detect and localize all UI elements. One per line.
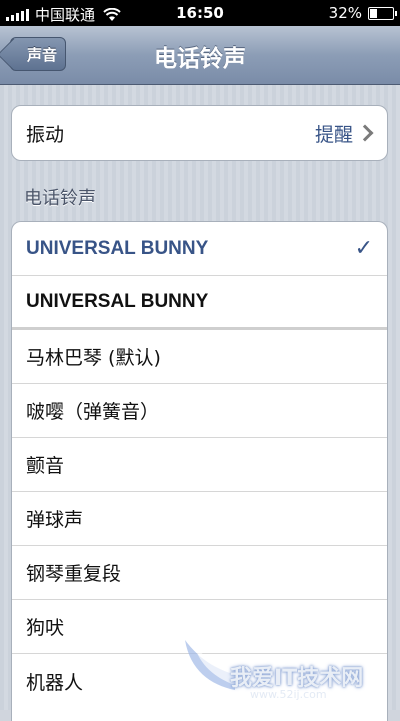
ringtone-item[interactable]: 弹球声	[12, 492, 387, 546]
ringtone-label: UNIVERSAL BUNNY	[26, 237, 209, 259]
battery-percent: 32%	[328, 4, 362, 22]
ringtone-item[interactable]: UNIVERSAL BUNNY	[12, 276, 387, 330]
vibration-label: 振动	[26, 123, 65, 146]
ringtone-item[interactable]: UNIVERSAL BUNNY ✓	[12, 222, 387, 276]
watermark-logo: 我爱IT技术网 www.52ij.com	[180, 630, 395, 708]
ringtone-item[interactable]: 马林巴琴 (默认)	[12, 330, 387, 384]
ringtone-label: 马林巴琴 (默认)	[26, 347, 161, 369]
navigation-bar: 声音 电话铃声	[0, 26, 400, 85]
checkmark-icon: ✓	[354, 236, 373, 261]
ringtone-label: 啵嘤（弹簧音）	[26, 401, 160, 423]
battery-fill	[370, 8, 377, 18]
section-header-ringtones: 电话铃声	[24, 188, 96, 209]
ringtone-label: 狗吠	[26, 617, 65, 639]
ringtone-label: UNIVERSAL BUNNY	[26, 290, 209, 312]
battery-icon	[368, 6, 397, 20]
ringtone-label: 钢琴重复段	[26, 563, 122, 585]
ringtone-item[interactable]: 啵嘤（弹簧音）	[12, 384, 387, 438]
status-bar: 中国联通 16:50 32%	[0, 0, 400, 26]
vibration-row[interactable]: 振动 提醒	[12, 106, 387, 160]
page-title: 电话铃声	[154, 46, 246, 72]
vibration-group: 振动 提醒	[11, 105, 388, 161]
ringtone-item[interactable]: 钢琴重复段	[12, 546, 387, 600]
ringtone-label: 机器人	[26, 671, 84, 694]
chevron-right-icon	[356, 124, 374, 142]
status-right: 32%	[328, 4, 397, 22]
ringtone-label: 弹球声	[26, 509, 84, 531]
ringtone-item[interactable]: 颤音	[12, 438, 387, 492]
vibration-value: 提醒	[314, 123, 353, 146]
watermark-url: www.52ij.com	[250, 688, 327, 701]
ringtone-label: 颤音	[26, 455, 65, 477]
